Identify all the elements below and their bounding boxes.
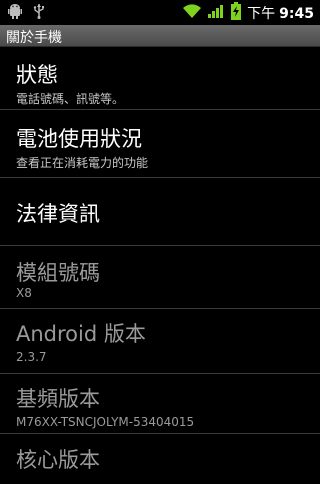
list-item-title: 核心版本 — [16, 448, 100, 472]
list-item-summary: 查看正在消耗電力的功能 — [16, 156, 149, 170]
page-title: 關於手機 — [6, 30, 62, 46]
usb-icon — [32, 3, 46, 23]
list-item-model-number: 模組號碼 X8 — [0, 246, 320, 309]
list-item-title: 基頻版本 — [16, 387, 100, 411]
status-clock-ampm: 下午 — [247, 5, 276, 22]
list-item-status[interactable]: 狀態 電話號碼、訊號等。 — [0, 47, 320, 110]
list-item-summary: 2.3.7 — [16, 350, 47, 364]
settings-list: 狀態 電話號碼、訊號等。 電池使用狀況 查看正在消耗電力的功能 法律資訊 模組號… — [0, 47, 320, 484]
list-item-kernel-version: 核心版本 — [0, 434, 320, 484]
status-bar: 下午 9:45 — [0, 0, 320, 25]
list-item-battery-use[interactable]: 電池使用狀況 查看正在消耗電力的功能 — [0, 110, 320, 178]
signal-icon — [207, 3, 225, 23]
list-item-summary: M76XX-TSNCJOLYM-53404015 — [16, 415, 195, 429]
list-item-baseband-version: 基頻版本 M76XX-TSNCJOLYM-53404015 — [0, 374, 320, 434]
list-item-title: 狀態 — [16, 63, 58, 87]
list-item-summary: 電話號碼、訊號等。 — [16, 92, 125, 106]
title-bar: 關於手機 — [0, 25, 320, 47]
list-item-legal-info[interactable]: 法律資訊 — [0, 178, 320, 246]
list-item-android-version: Android 版本 2.3.7 — [0, 309, 320, 374]
list-item-title: 法律資訊 — [16, 202, 100, 226]
list-item-summary: X8 — [16, 286, 32, 300]
list-item-title: 電池使用狀況 — [16, 127, 142, 151]
wifi-icon — [182, 3, 202, 23]
android-debug-icon — [8, 3, 22, 23]
list-item-title: Android 版本 — [16, 322, 146, 346]
list-item-title: 模組號碼 — [16, 261, 100, 285]
status-clock-time: 9:45 — [279, 5, 314, 22]
battery-charging-icon — [230, 1, 242, 24]
status-clock: 下午 9:45 — [247, 3, 314, 23]
